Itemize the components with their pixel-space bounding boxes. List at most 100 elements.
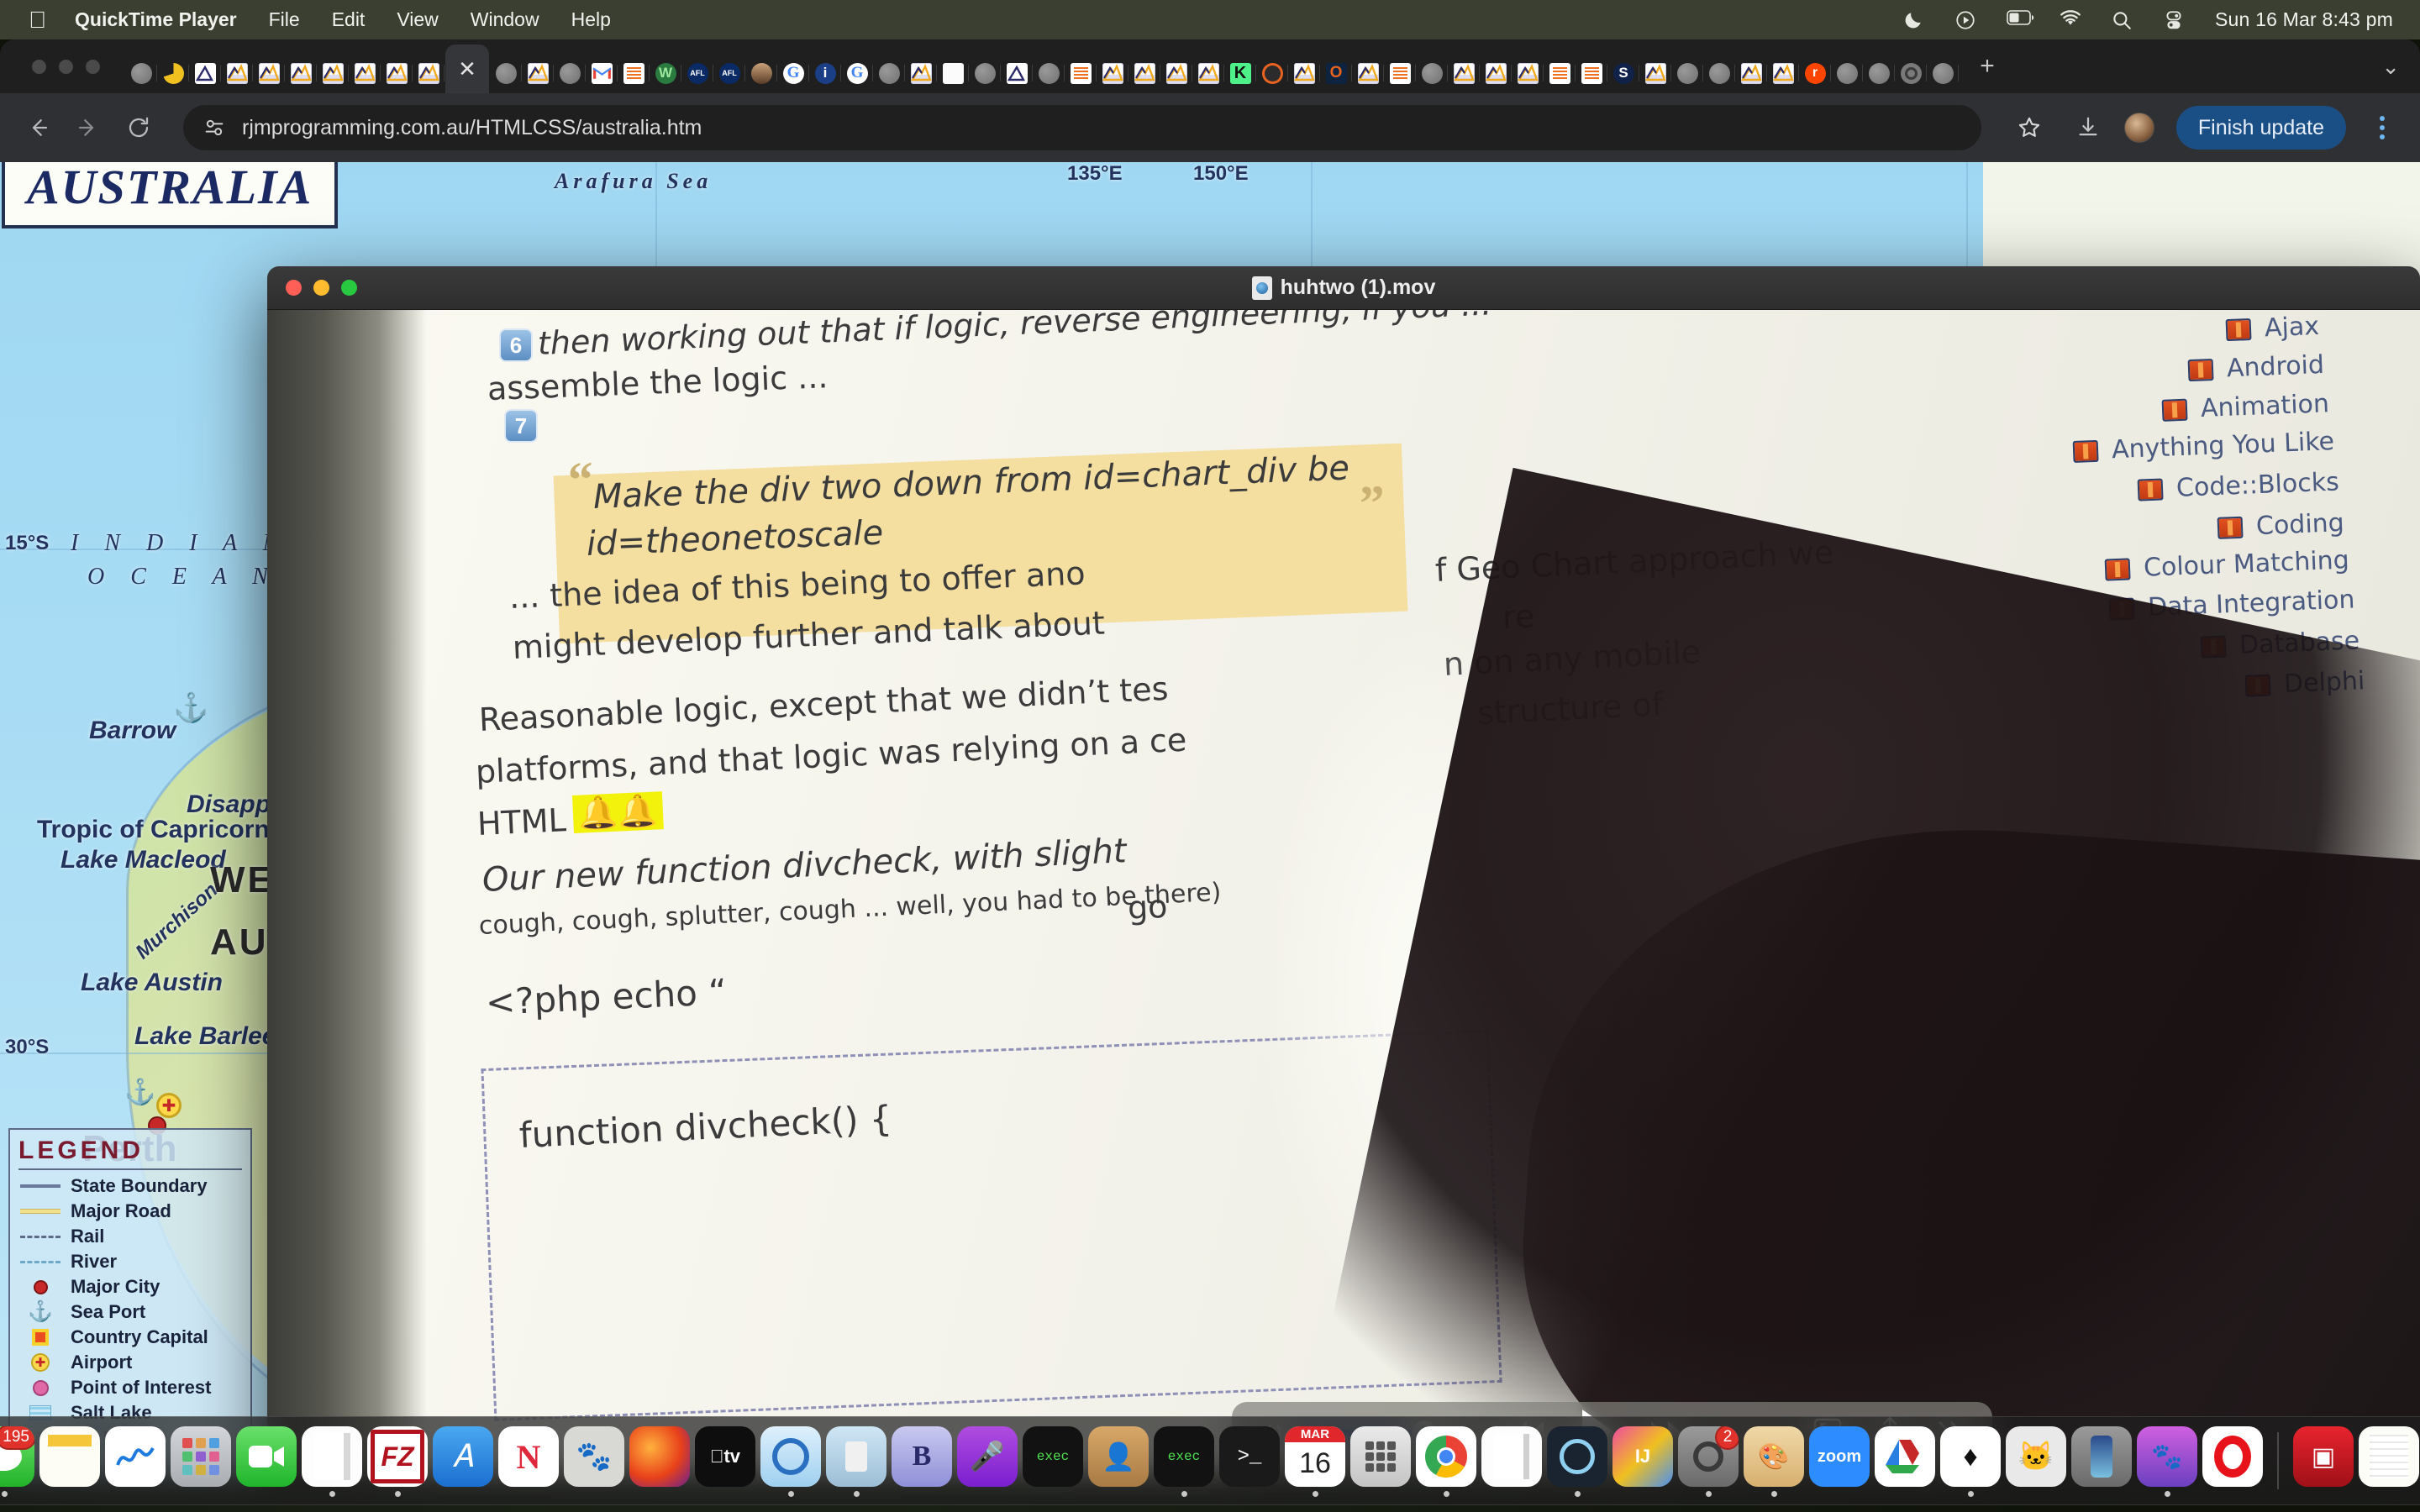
browser-tab-6[interactable] [318,53,349,93]
dock-item-calendar[interactable]: MAR 16 [1284,1425,1346,1497]
facetime-icon[interactable] [236,1426,297,1487]
browser-tab-40[interactable] [1417,53,1448,93]
menu-item-edit[interactable]: Edit [332,8,366,31]
browser-tab-19[interactable] [746,53,777,93]
control-center-icon[interactable] [2163,9,2185,31]
chrome-icon[interactable] [1416,1426,1476,1487]
chrome-minimize-button[interactable] [59,59,73,74]
chrome-zoom-button[interactable] [86,59,100,74]
browser-tab-14[interactable] [587,53,618,93]
avatar[interactable] [2123,113,2154,143]
dock-recent-keynote[interactable]: ▣ [2292,1425,2354,1497]
dock-item-exec-terminal-2[interactable]: exec [1153,1425,1215,1497]
dock-item-apple-tv[interactable]: tv [694,1425,756,1497]
browser-tab-18[interactable]: AFL [714,53,745,93]
browser-tab-33[interactable] [1193,53,1224,93]
browser-tab-51[interactable] [1768,53,1799,93]
browser-tab-53[interactable] [1832,53,1863,93]
paint-icon[interactable]: 🎨 [1744,1426,1804,1487]
dock-item-terminal[interactable]: >_ [1218,1425,1281,1497]
battery-icon[interactable] [2007,9,2034,31]
browser-tab-12[interactable] [523,53,554,93]
address-bar[interactable]: rjmprogramming.com.au/HTMLCSS/australia.… [183,105,1981,150]
browser-tab-28[interactable] [1034,53,1065,93]
evernote-icon[interactable]: 🐱 [2006,1426,2066,1487]
browser-tab-15[interactable] [618,53,650,93]
dock-item-news[interactable]: N [497,1425,560,1497]
browser-tab-50[interactable] [1736,53,1767,93]
browser-tab-43[interactable] [1512,53,1544,93]
dock-item-photo-booth[interactable]: 🐾 [2136,1425,2198,1497]
browser-tab-34[interactable]: K [1225,53,1256,93]
browser-tab-32[interactable] [1161,53,1192,93]
dock-item-iphone-mirror[interactable] [2070,1425,2133,1497]
site-settings-icon[interactable] [202,115,227,140]
menu-app-name[interactable]: QuickTime Player [75,8,237,31]
browser-tab-49[interactable] [1704,53,1735,93]
menu-bar-clock[interactable]: Sun 16 Mar 8:43 pm [2215,8,2393,31]
dock-item-google-drive[interactable] [1874,1425,1936,1497]
browser-tab-2[interactable] [190,53,221,93]
new-tab-button[interactable]: + [1970,52,2004,81]
google-drive-icon[interactable] [1875,1426,1935,1487]
dock-item-pages[interactable] [1481,1425,1543,1497]
browser-tab-47[interactable] [1640,53,1671,93]
dock-item-image-capture[interactable] [825,1425,887,1497]
dock-item-app-store[interactable]: 𝐴 [432,1425,494,1497]
browser-tab-17[interactable]: AFL [682,53,713,93]
active-tab[interactable]: ✕ [445,45,489,93]
chrome-traffic-lights[interactable] [32,59,100,74]
browser-tab-8[interactable] [381,53,413,93]
browser-tab-22[interactable]: G [842,53,873,93]
tab-search-button[interactable]: ⌄ [2381,54,2400,80]
star-icon[interactable] [2007,105,2052,150]
iphone-mirror-icon[interactable] [2071,1426,2132,1487]
forward-arrow-icon[interactable] [74,113,103,142]
dock-item-contacts[interactable]: 👤 [1087,1425,1150,1497]
browser-tab-24[interactable] [906,53,937,93]
browser-tab-39[interactable] [1385,53,1416,93]
dock-item-firefox[interactable] [629,1425,691,1497]
browser-tab-16[interactable]: W [650,53,681,93]
reload-icon[interactable] [124,113,153,142]
image-capture-icon[interactable] [826,1426,886,1487]
dock-item-filezilla[interactable]: FZ [366,1425,429,1497]
filezilla-icon[interactable]: FZ [367,1426,428,1487]
quicktime-icon[interactable] [760,1426,821,1487]
browser-tab-27[interactable] [1002,53,1033,93]
browser-tab-23[interactable] [874,53,905,93]
exec-terminal-2-icon[interactable]: exec [1154,1426,1214,1487]
quicktime-title-bar[interactable]: huhtwo (1).mov [267,266,2420,310]
wifi-icon[interactable] [2059,9,2081,31]
browser-tab-4[interactable] [254,53,285,93]
browser-tab-44[interactable] [1544,53,1576,93]
dock-recent-notes-doc[interactable] [2358,1425,2420,1497]
dock-item-bbedit[interactable]: B [891,1425,953,1497]
dock-item-opera[interactable] [2202,1425,2264,1497]
launchpad-icon[interactable] [171,1426,231,1487]
menu-item-window[interactable]: Window [471,8,539,31]
menu-item-help[interactable]: Help [571,8,611,31]
news-icon[interactable]: N [498,1426,559,1487]
dock-item-messages[interactable]: 195 [0,1425,35,1497]
dock-item-gimp[interactable]: 🐾 [563,1425,625,1497]
browser-tab-9[interactable] [413,53,445,93]
video-canvas[interactable]: 6 then working out that if logic, revers… [267,310,2420,1474]
calculator-icon[interactable] [1350,1426,1411,1487]
quicklook-icon[interactable] [1547,1426,1607,1487]
notes-icon[interactable] [39,1426,100,1487]
browser-tab-52[interactable]: r [1800,53,1831,93]
keynote-icon[interactable]: ▣ [2293,1426,2354,1487]
screen-recording-icon[interactable] [1954,9,1976,31]
browser-tab-13[interactable] [555,53,586,93]
intellij-icon[interactable]: IJ [1612,1426,1673,1487]
browser-tab-55[interactable] [1896,53,1927,93]
finish-update-button[interactable]: Finish update [2175,106,2346,150]
browser-tab-0[interactable] [126,53,157,93]
download-icon[interactable] [2074,113,2102,142]
browser-tab-38[interactable] [1353,53,1384,93]
url-text[interactable]: rjmprogramming.com.au/HTMLCSS/australia.… [242,116,702,140]
dock-item-zoom[interactable]: zoom [1808,1425,1870,1497]
browser-tab-29[interactable] [1065,53,1097,93]
podcasts-icon[interactable]: 🎤 [957,1426,1018,1487]
